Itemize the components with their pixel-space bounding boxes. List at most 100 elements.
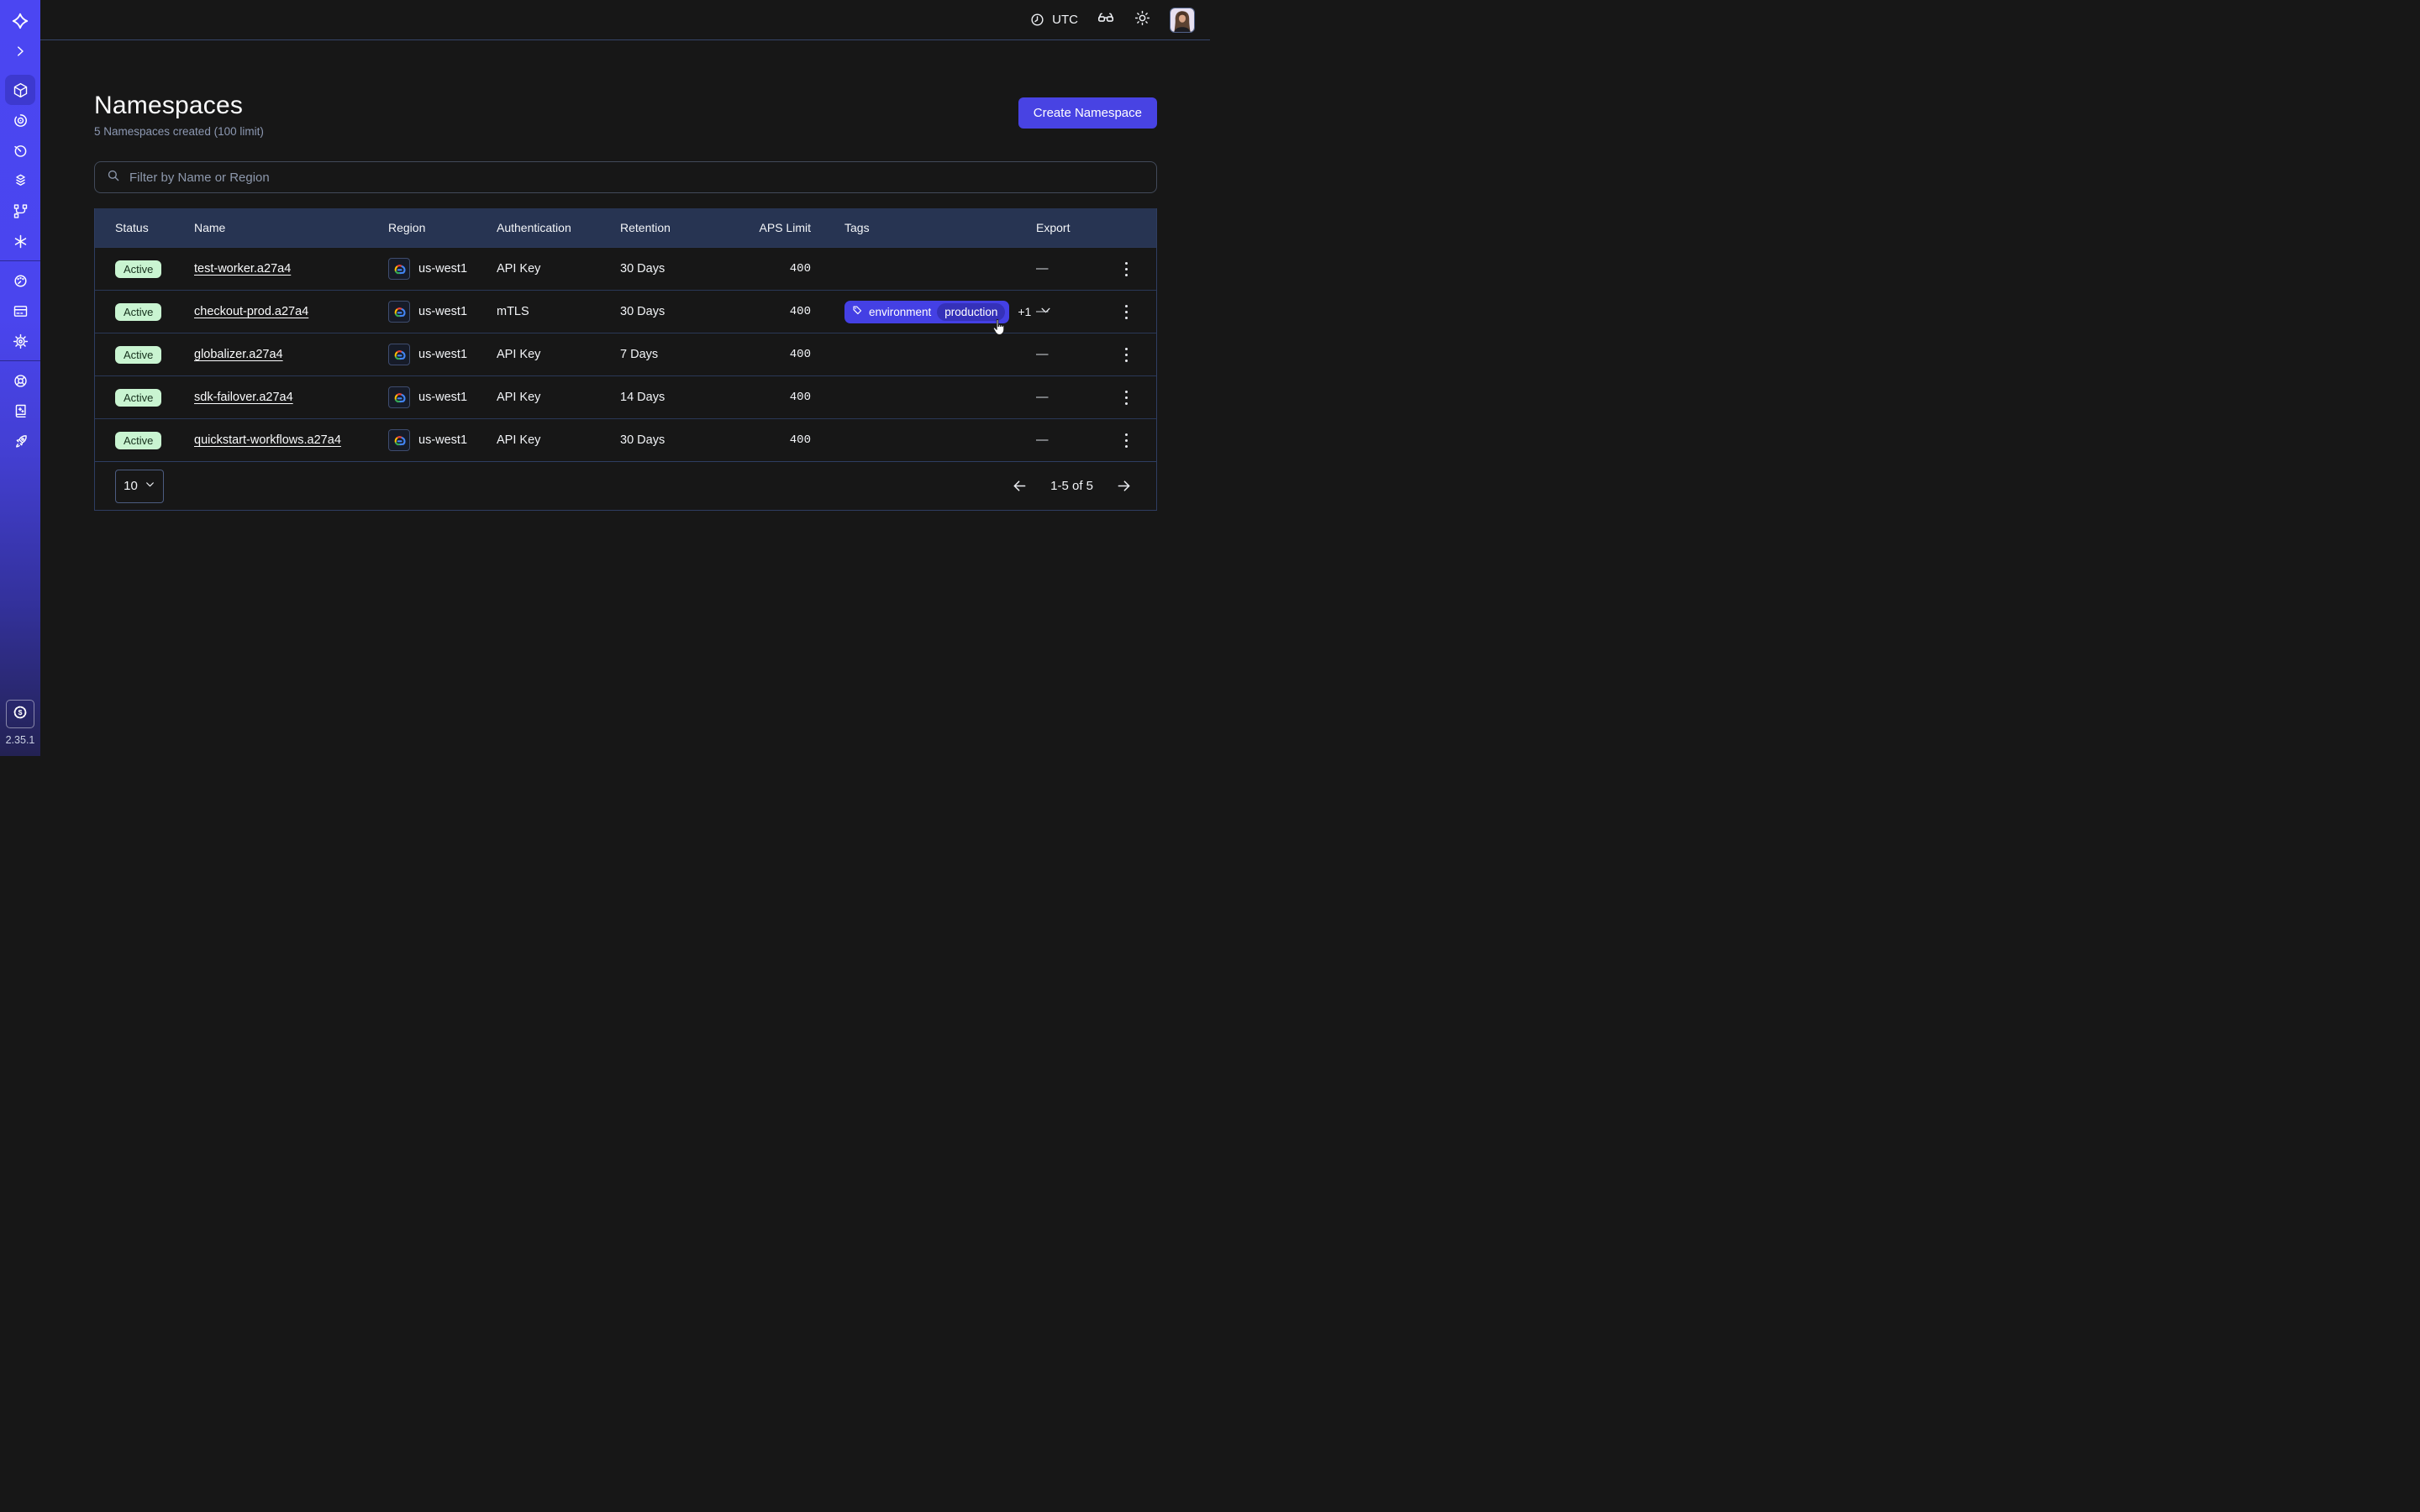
sidebar-item-task-queues[interactable] (5, 165, 35, 196)
sidebar-item-support[interactable] (5, 365, 35, 396)
col-header-retention: Retention (620, 221, 716, 234)
page-title: Namespaces (94, 93, 264, 118)
credit-card-icon (12, 302, 29, 320)
export-value: — (1029, 433, 1102, 447)
main-area: UTC (40, 0, 1210, 756)
sidebar-item-billing[interactable] (5, 296, 35, 326)
retention-label: 30 Days (620, 433, 716, 447)
sidebar-item-batch[interactable] (5, 226, 35, 256)
glasses-icon (1097, 8, 1115, 31)
previous-page-button[interactable] (1011, 477, 1028, 495)
page-size-select[interactable]: 10 (115, 470, 164, 503)
sidebar-item-schedules[interactable] (5, 135, 35, 165)
export-value: — (1029, 348, 1102, 361)
content: Namespaces 5 Namespaces created (100 lim… (40, 40, 1210, 511)
table-header-row: Status Name Region Authentication Retent… (95, 208, 1156, 247)
status-badge: Active (115, 260, 161, 278)
export-value: — (1029, 262, 1102, 276)
region-label: us-west1 (418, 433, 467, 447)
light-mode-toggle[interactable] (1134, 9, 1151, 31)
app-version: 2.35.1 (6, 734, 35, 746)
tag-icon (852, 305, 863, 318)
chevron-down-icon (145, 479, 155, 493)
region-label: us-west1 (418, 348, 467, 361)
namespace-link[interactable]: globalizer.a27a4 (194, 348, 283, 361)
reader-mode-button[interactable] (1097, 8, 1115, 31)
gear-icon (12, 333, 29, 350)
sidebar-item-namespaces[interactable] (5, 75, 35, 105)
chevron-right-icon (13, 44, 28, 59)
row-menu-button[interactable] (1116, 299, 1136, 324)
filter-input[interactable] (129, 171, 1146, 185)
next-page-button[interactable] (1115, 477, 1133, 495)
region-label: us-west1 (418, 391, 467, 404)
table-row: Active globalizer.a27a4 us (95, 333, 1156, 375)
retention-label: 30 Days (620, 305, 716, 318)
create-namespace-button[interactable]: Create Namespace (1018, 97, 1157, 129)
aps-limit-value: 400 (716, 262, 811, 276)
col-header-tags: Tags (811, 221, 1029, 234)
table-row: Active quickstart-workflows.a27a4 (95, 418, 1156, 461)
status-badge: Active (115, 303, 161, 321)
cube-icon (12, 81, 29, 99)
gcp-cloud-icon (388, 386, 410, 408)
sidebar-item-settings[interactable] (5, 326, 35, 356)
namespaces-table: Status Name Region Authentication Retent… (94, 208, 1157, 511)
export-value: — (1029, 305, 1102, 318)
gcp-cloud-icon (388, 258, 410, 280)
gcp-cloud-icon (388, 344, 410, 365)
top-bar: UTC (40, 0, 1210, 40)
aps-limit-value: 400 (716, 305, 811, 318)
rocket-icon (12, 433, 29, 450)
branch-icon (12, 202, 29, 220)
page-size-value: 10 (124, 479, 138, 493)
namespace-link[interactable]: checkout-prod.a27a4 (194, 305, 308, 318)
namespace-link[interactable]: quickstart-workflows.a27a4 (194, 433, 341, 447)
namespace-count: 5 Namespaces created (100 limit) (94, 125, 264, 138)
row-menu-button[interactable] (1116, 256, 1136, 281)
status-badge: Active (115, 389, 161, 407)
tag-pill[interactable]: environment production (844, 301, 1009, 323)
col-header-name: Name (194, 221, 388, 234)
sidebar-divider (0, 360, 40, 361)
table-row: Active checkout-prod.a27a4 (95, 290, 1156, 333)
status-badge: Active (115, 346, 161, 364)
export-value: — (1029, 391, 1102, 404)
aps-limit-value: 400 (716, 348, 811, 361)
user-avatar[interactable] (1170, 8, 1195, 33)
sidebar-expand-button[interactable] (5, 36, 35, 66)
namespace-link[interactable]: sdk-failover.a27a4 (194, 391, 293, 404)
layers-icon (12, 172, 29, 190)
col-header-region: Region (388, 221, 497, 234)
gcp-cloud-icon (388, 429, 410, 451)
sidebar-pricing-button[interactable]: $ (6, 700, 34, 728)
sidebar-item-home[interactable] (5, 6, 35, 36)
retention-label: 14 Days (620, 391, 716, 404)
table-pagination: 10 1-5 of 5 (95, 461, 1156, 510)
row-menu-button[interactable] (1116, 428, 1136, 453)
timezone-label: UTC (1052, 13, 1078, 27)
retention-label: 30 Days (620, 262, 716, 276)
sun-icon (1134, 9, 1151, 31)
col-header-aps-limit: APS Limit (716, 221, 811, 234)
timer-icon (12, 142, 29, 160)
row-menu-button[interactable] (1116, 385, 1136, 410)
namespace-link[interactable]: test-worker.a27a4 (194, 262, 291, 276)
sidebar-item-getting-started[interactable] (5, 426, 35, 456)
sidebar: $ 2.35.1 (0, 0, 40, 756)
clock-icon (1029, 12, 1045, 28)
sidebar-item-workflows[interactable] (5, 105, 35, 135)
pagination-range: 1-5 of 5 (1050, 479, 1093, 493)
col-header-authentication: Authentication (497, 221, 620, 234)
sidebar-divider (0, 260, 40, 261)
row-menu-button[interactable] (1116, 342, 1136, 367)
auth-label: mTLS (497, 305, 620, 318)
timezone-selector[interactable]: UTC (1029, 12, 1078, 28)
gcp-cloud-icon (388, 301, 410, 323)
aps-limit-value: 400 (716, 391, 811, 404)
sidebar-item-docs[interactable] (5, 396, 35, 426)
auth-label: API Key (497, 348, 620, 361)
sidebar-item-nexus[interactable] (5, 196, 35, 226)
sidebar-item-usage[interactable] (5, 265, 35, 296)
aps-limit-value: 400 (716, 433, 811, 447)
